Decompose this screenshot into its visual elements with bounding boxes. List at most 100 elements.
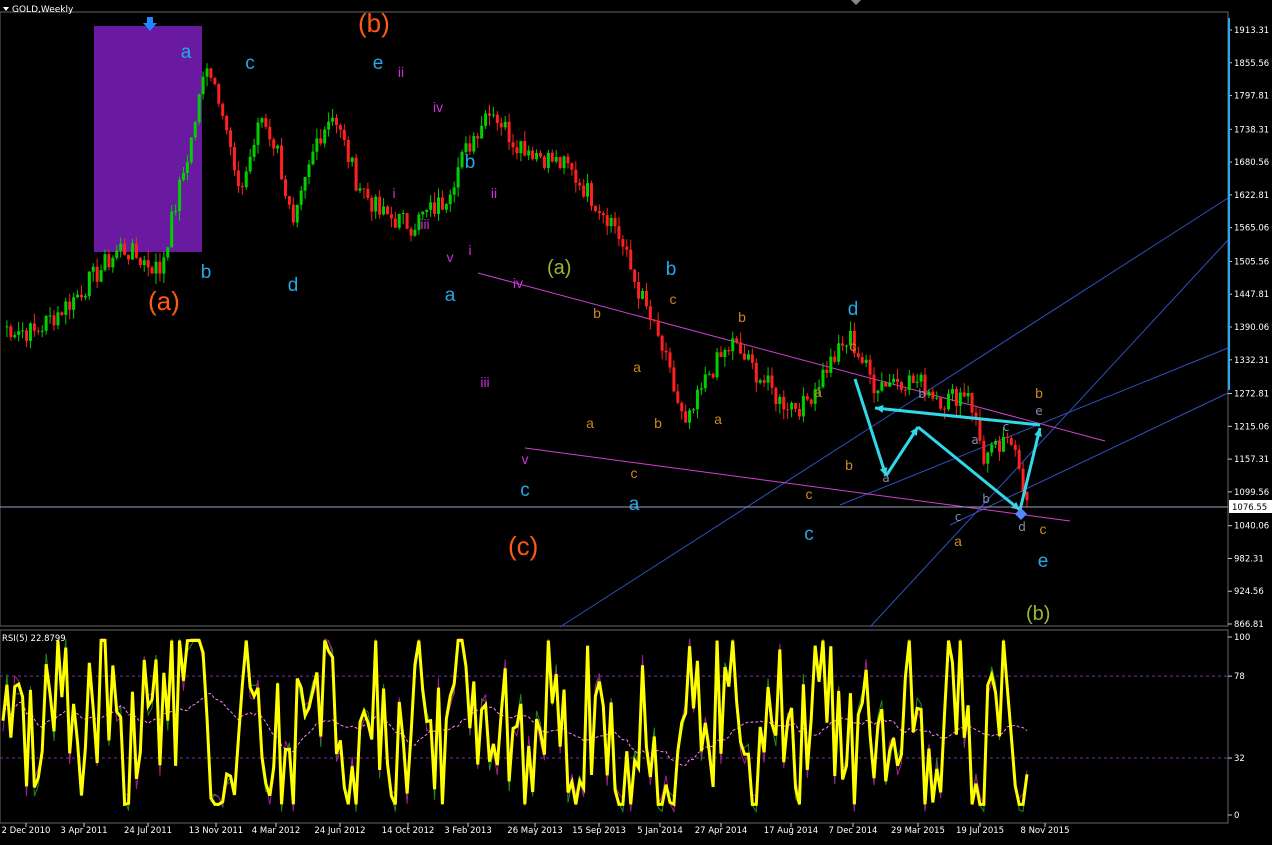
candle-body (582, 185, 586, 197)
wave-label: a (633, 359, 641, 375)
candle-body (452, 187, 456, 195)
wave-label: iii (480, 374, 489, 390)
candle-body (668, 352, 672, 368)
wave-label: b (1035, 385, 1043, 401)
wave-label-minor: e (1035, 404, 1042, 418)
candle-body (758, 380, 762, 383)
candle-body (723, 350, 727, 358)
symbol-menu-icon[interactable] (3, 7, 9, 11)
candle-body (762, 380, 766, 383)
candle-body (821, 369, 825, 388)
candle-body (809, 399, 813, 404)
wave-label: b (593, 305, 601, 321)
wave-label: e (1038, 551, 1049, 572)
price-tick-label: 1680.56 (1234, 158, 1269, 168)
candle-body (76, 294, 80, 298)
wave-label: a (629, 494, 640, 515)
candle-body (311, 151, 315, 165)
candle-body (970, 392, 974, 413)
candle-body (715, 352, 719, 378)
candle-body (389, 214, 393, 219)
candle-body (146, 260, 150, 268)
candle-body (244, 171, 248, 188)
candle-body (174, 210, 178, 212)
candle-body (711, 373, 715, 378)
candle-body (644, 291, 648, 307)
candle-body (648, 306, 652, 320)
wave-label: c (631, 465, 638, 481)
price-tick-label: 924.56 (1234, 587, 1264, 597)
candle-body (36, 330, 40, 332)
candle-body (841, 343, 845, 346)
candle-body (107, 254, 111, 268)
candle-body (405, 213, 409, 229)
candle-body (68, 301, 72, 310)
candle-body (837, 343, 841, 362)
price-tick-label: 982.31 (1234, 554, 1264, 564)
rsi-tick-label: 78 (1234, 672, 1245, 682)
candle-body (978, 418, 982, 441)
wave-label: a (814, 384, 822, 400)
wave-label-minor: b (982, 492, 990, 506)
candle-body (613, 217, 617, 227)
candle-body (166, 247, 170, 258)
candle-body (154, 261, 158, 274)
price-tick-label: 866.81 (1234, 620, 1264, 630)
candle-body (954, 389, 958, 406)
candle-body (232, 146, 236, 171)
candle-body (421, 211, 425, 215)
candle-body (692, 409, 696, 411)
candle-body (884, 382, 888, 387)
candle-body (225, 115, 229, 131)
candle-body (142, 260, 146, 265)
candle-body (323, 129, 327, 144)
time-tick-label: 15 Sep 2013 (572, 826, 626, 836)
candle-body (178, 179, 182, 211)
candle-body (719, 352, 723, 358)
candle-body (197, 94, 201, 123)
time-tick-label: 13 Nov 2011 (189, 826, 243, 836)
candle-body (939, 397, 943, 409)
wave-label: b (201, 262, 212, 283)
candle-body (664, 350, 668, 353)
wave-label-major-b: (b) (358, 8, 390, 38)
candle-body (703, 374, 707, 389)
candle-body (903, 389, 907, 391)
candle-body (880, 382, 884, 391)
price-tick-label: 1913.31 (1234, 26, 1269, 36)
candle-body (637, 281, 641, 299)
candle-body (440, 197, 444, 210)
wave-label: a (714, 411, 722, 427)
candle-body (201, 76, 205, 95)
candle-body (5, 326, 9, 328)
candle-body (499, 123, 503, 128)
wave-label-minor: a (882, 471, 889, 485)
scroll-marker-icon[interactable] (851, 0, 861, 5)
candle-body (1013, 444, 1017, 450)
candle-body (825, 369, 829, 373)
candle-body (460, 152, 464, 168)
price-tick-label: 1390.06 (1234, 323, 1269, 333)
candle-body (52, 315, 56, 326)
candle-body (44, 316, 48, 331)
candle-body (83, 296, 87, 298)
wave-label: i (392, 185, 395, 201)
gold-weekly-chart: ac ebdbacabdceiiiviiiiv iiiiviiivbcbcaa b aa… (0, 0, 1272, 836)
time-tick-label: 29 Mar 2015 (891, 826, 945, 836)
wave-label-minor: d (1018, 520, 1026, 534)
candle-body (272, 139, 276, 149)
candle-body (786, 409, 790, 411)
candle-body (754, 362, 758, 383)
candle-body (413, 229, 417, 236)
candle-body (40, 330, 44, 332)
candle-body (472, 136, 476, 152)
time-tick-label: 17 Aug 2014 (764, 826, 818, 836)
price-tick-label: 1738.31 (1234, 125, 1269, 135)
wave-label: c (804, 524, 814, 545)
time-tick-label: 14 Oct 2012 (382, 826, 435, 836)
candle-body (950, 389, 954, 394)
candle-body (252, 144, 256, 157)
wave-label: a (954, 533, 962, 549)
candle-body (150, 267, 154, 274)
candle-body (770, 375, 774, 388)
